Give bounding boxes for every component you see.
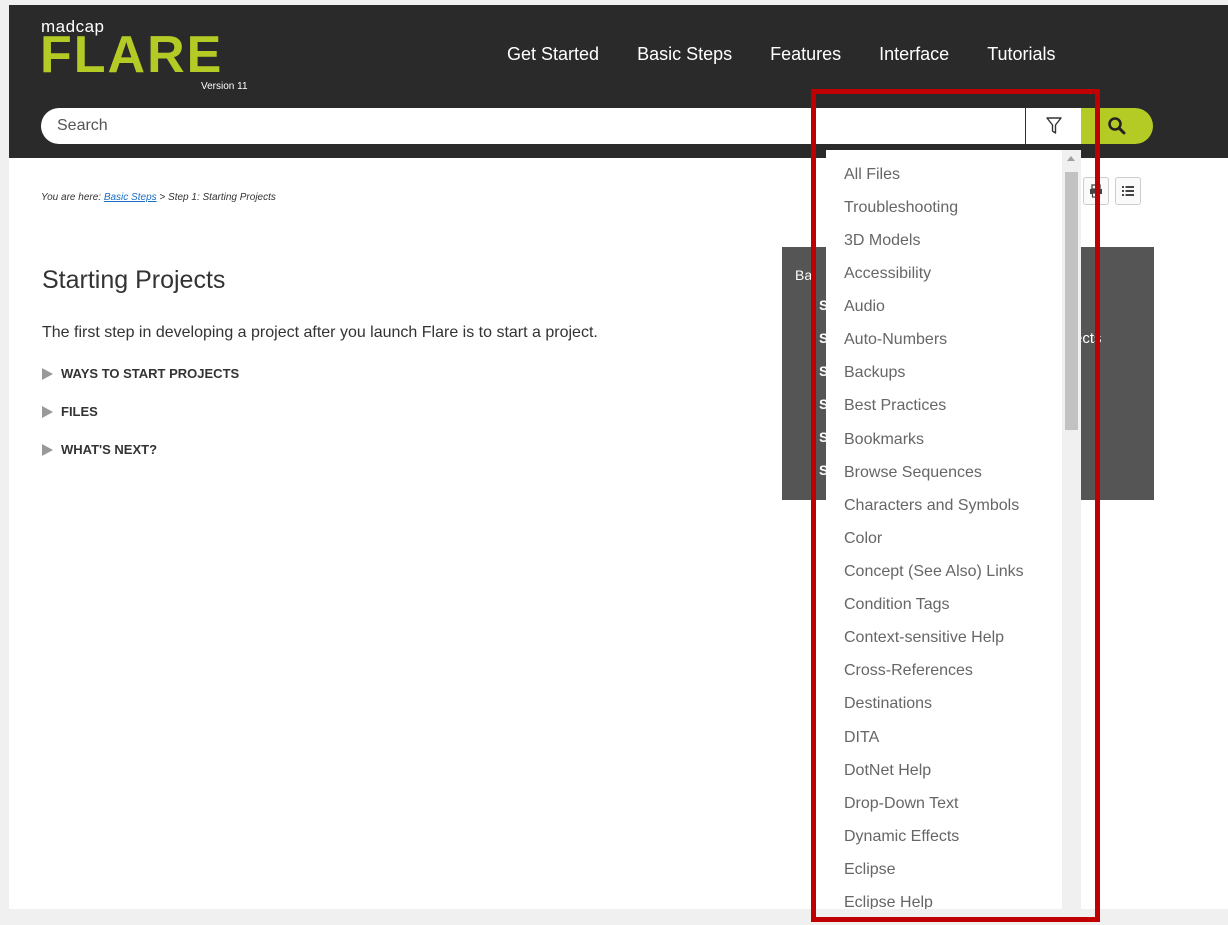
header: madcap FLARE Version 11 Get Started Basi… <box>9 5 1228 158</box>
search-bar <box>41 108 1111 144</box>
breadcrumb: You are here: Basic Steps > Step 1: Star… <box>41 192 276 203</box>
scrollbar-thumb[interactable] <box>1065 172 1078 430</box>
print-button[interactable] <box>1083 177 1109 205</box>
nav-get-started[interactable]: Get Started <box>507 44 599 65</box>
search-button[interactable] <box>1081 108 1153 144</box>
filter-option[interactable]: Concept (See Also) Links <box>844 563 1024 581</box>
filter-option[interactable]: Eclipse <box>844 861 896 879</box>
filter-option[interactable]: Color <box>844 530 882 548</box>
breadcrumb-current: Step 1: Starting Projects <box>168 192 276 203</box>
filter-button[interactable] <box>1025 108 1081 144</box>
filter-option[interactable]: 3D Models <box>844 232 920 250</box>
breadcrumb-link-basic-steps[interactable]: Basic Steps <box>104 192 157 203</box>
expand-triangle-icon <box>42 367 53 380</box>
nav-features[interactable]: Features <box>770 44 841 65</box>
nav-tutorials[interactable]: Tutorials <box>987 44 1055 65</box>
expand-triangle-icon <box>42 443 53 456</box>
dropdown-scrollbar[interactable] <box>1062 150 1081 909</box>
toggle-label: WAYS TO START PROJECTS <box>61 366 240 381</box>
logo-brand-big[interactable]: FLARE <box>40 29 223 81</box>
search-input[interactable] <box>55 116 659 136</box>
expand-triangle-icon <box>42 405 53 418</box>
filter-option[interactable]: Accessibility <box>844 265 931 283</box>
filter-icon <box>1045 117 1062 134</box>
filter-option[interactable]: Context-sensitive Help <box>844 629 1004 647</box>
nav-interface[interactable]: Interface <box>879 44 949 65</box>
filter-option[interactable]: Characters and Symbols <box>844 497 1019 515</box>
filter-option[interactable]: Troubleshooting <box>844 199 958 217</box>
filter-option[interactable]: DotNet Help <box>844 762 931 780</box>
filter-option[interactable]: Browse Sequences <box>844 464 982 482</box>
filter-option[interactable]: Bookmarks <box>844 431 924 449</box>
nav-basic-steps[interactable]: Basic Steps <box>637 44 732 65</box>
toggle-files[interactable]: FILES <box>42 404 98 419</box>
top-nav: Get Started Basic Steps Features Interfa… <box>507 44 1094 65</box>
toggle-label: FILES <box>61 404 98 419</box>
filter-dropdown: All Files Troubleshooting 3D Models Acce… <box>826 150 1081 909</box>
filter-option[interactable]: Backups <box>844 364 905 382</box>
side-panel-title: Ba <box>795 267 813 283</box>
filter-option[interactable]: Condition Tags <box>844 596 950 614</box>
logo-version: Version 11 <box>201 81 248 92</box>
page: madcap FLARE Version 11 Get Started Basi… <box>9 5 1228 909</box>
filter-option[interactable]: Audio <box>844 298 885 316</box>
toggle-label: WHAT'S NEXT? <box>61 442 158 457</box>
toc-list-icon <box>1122 186 1134 196</box>
filter-option[interactable]: Dynamic Effects <box>844 828 959 846</box>
search-icon <box>1108 117 1126 135</box>
toggle-ways-to-start-projects[interactable]: WAYS TO START PROJECTS <box>42 366 239 381</box>
filter-option[interactable]: Drop-Down Text <box>844 795 958 813</box>
filter-option[interactable]: Destinations <box>844 695 932 713</box>
print-icon <box>1090 184 1102 198</box>
filter-option[interactable]: All Files <box>844 166 900 184</box>
filter-option[interactable]: Auto-Numbers <box>844 331 947 349</box>
breadcrumb-prefix: You are here: <box>41 192 104 203</box>
scroll-up-arrow-icon[interactable] <box>1067 156 1075 161</box>
page-title: Starting Projects <box>42 266 226 294</box>
filter-option[interactable]: Best Practices <box>844 397 946 415</box>
filter-option[interactable]: Eclipse Help <box>844 894 933 909</box>
intro-paragraph: The first step in developing a project a… <box>42 324 598 341</box>
toggle-whats-next[interactable]: WHAT'S NEXT? <box>42 442 157 457</box>
filter-option[interactable]: Cross-References <box>844 662 973 680</box>
filter-option[interactable]: DITA <box>844 729 879 747</box>
breadcrumb-separator: > <box>156 192 169 203</box>
toc-list-button[interactable] <box>1115 177 1141 205</box>
topic-toolbar <box>1083 177 1141 205</box>
